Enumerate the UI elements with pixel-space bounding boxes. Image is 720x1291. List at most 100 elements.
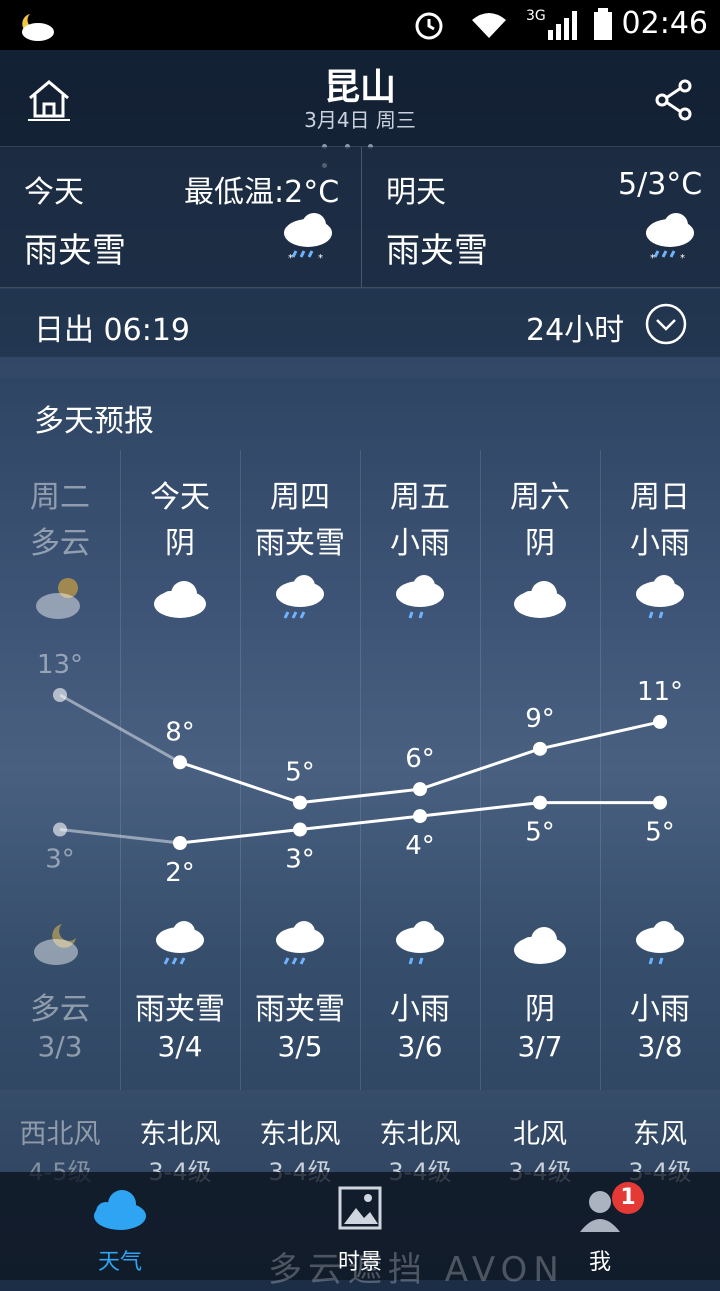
today-tomorrow-panel: 今天 最低温:2°C 雨夹雪 * * 明天 5/3°C 雨夹雪 * * bbox=[0, 147, 720, 288]
light-rain-icon bbox=[600, 918, 720, 970]
high-temp-label: 8° bbox=[165, 717, 195, 747]
high-line-segment bbox=[419, 747, 541, 791]
high-temp-point bbox=[533, 741, 547, 756]
wind-direction: 北风 bbox=[513, 1119, 567, 1150]
sleet-icon: * * bbox=[284, 213, 332, 263]
wind-direction: 东风 bbox=[633, 1119, 687, 1150]
wind-direction: 东北风 bbox=[379, 1119, 461, 1150]
forecast-date: 3/3 bbox=[37, 1030, 83, 1063]
high-temp-label: 5° bbox=[285, 758, 315, 788]
cloudy-icon bbox=[120, 572, 240, 624]
day-label: 周二 bbox=[30, 480, 90, 515]
high-line-segment bbox=[299, 787, 421, 805]
svg-text:*: * bbox=[288, 253, 293, 263]
tomorrow-card[interactable]: 明天 5/3°C 雨夹雪 * * bbox=[361, 147, 720, 287]
chevron-down-icon[interactable] bbox=[644, 302, 688, 346]
day-condition: 雨夹雪 bbox=[255, 526, 345, 561]
forecast-date: 3/5 bbox=[277, 1030, 323, 1063]
low-temp-label: 3° bbox=[45, 845, 75, 875]
signal-icon bbox=[548, 11, 577, 40]
battery-icon bbox=[594, 8, 612, 40]
svg-text:*: * bbox=[680, 253, 685, 263]
night-condition: 雨夹雪 bbox=[135, 992, 225, 1027]
high-temp-point bbox=[173, 755, 187, 770]
hourly-toggle-label[interactable]: 24小时 bbox=[526, 305, 624, 349]
day-label: 今天 bbox=[150, 480, 210, 515]
today-card[interactable]: 今天 最低温:2°C 雨夹雪 * * bbox=[0, 147, 360, 287]
partly-cloudy-icon bbox=[0, 572, 120, 624]
day-label: 周四 bbox=[270, 480, 330, 515]
night-condition: 雨夹雪 bbox=[255, 992, 345, 1027]
forecast-date: 3/7 bbox=[517, 1030, 563, 1063]
forecast-date: 3/6 bbox=[397, 1030, 443, 1063]
share-icon[interactable] bbox=[654, 78, 694, 122]
sleet-icon bbox=[240, 572, 360, 624]
night-condition: 阴 bbox=[525, 992, 555, 1027]
network-type-label: 3G bbox=[526, 8, 546, 24]
date-subtitle: 3月4日 周三 bbox=[304, 108, 416, 132]
day-condition: 小雨 bbox=[390, 526, 450, 561]
low-line-segment bbox=[299, 814, 421, 832]
sunrise-row: 日出 06:19 24小时 bbox=[0, 289, 720, 357]
high-temp-point bbox=[653, 714, 667, 729]
weather-notification-icon bbox=[22, 14, 54, 41]
sleet-icon bbox=[240, 918, 360, 970]
temperature-chart: 13° 3° 8° 2° 5° 3° 6° 4° 9° 5° 11° 5° bbox=[37, 650, 683, 888]
cloudy-icon bbox=[480, 918, 600, 970]
high-line-segment bbox=[179, 760, 301, 805]
high-temp-point bbox=[293, 795, 307, 810]
low-temp-point bbox=[533, 795, 547, 810]
cloudy-night-icon bbox=[0, 918, 120, 970]
svg-text:*: * bbox=[318, 253, 323, 263]
light-rain-icon bbox=[360, 918, 480, 970]
high-line-segment bbox=[539, 720, 661, 751]
day-condition: 阴 bbox=[165, 526, 195, 561]
low-temp-label: 5° bbox=[645, 818, 675, 848]
photo-icon bbox=[338, 1186, 382, 1230]
notification-badge: 1 bbox=[612, 1182, 644, 1214]
night-condition: 小雨 bbox=[630, 992, 690, 1027]
day-label: 周日 bbox=[630, 480, 690, 515]
cloudy-icon bbox=[480, 572, 600, 624]
night-condition: 小雨 bbox=[390, 992, 450, 1027]
wind-direction: 东北风 bbox=[259, 1119, 341, 1150]
sleet-icon bbox=[120, 918, 240, 970]
sunrise-time: 日出 06:19 bbox=[34, 313, 190, 348]
low-temp-label: 5° bbox=[525, 818, 555, 848]
low-temp-label: 4° bbox=[405, 831, 435, 861]
ad-banner-text: 多云遮挡 AVON bbox=[268, 1250, 565, 1290]
sleet-icon: * * bbox=[646, 213, 694, 263]
today-min-temp: 最低温:2°C bbox=[184, 175, 340, 210]
wind-direction: 西北风 bbox=[19, 1119, 101, 1150]
low-temp-label: 3° bbox=[285, 845, 315, 875]
low-line-segment bbox=[59, 828, 181, 845]
today-condition: 雨夹雪 bbox=[24, 231, 126, 271]
low-temp-point bbox=[413, 809, 427, 824]
tab-weather[interactable]: 天气 bbox=[40, 1172, 200, 1280]
night-condition: 多云 bbox=[30, 992, 90, 1027]
light-rain-icon bbox=[360, 572, 480, 624]
tab-weather-label: 天气 bbox=[97, 1250, 142, 1275]
low-temp-point bbox=[173, 836, 187, 850]
page-indicator bbox=[322, 134, 402, 168]
tomorrow-temp: 5/3°C bbox=[618, 167, 703, 202]
tomorrow-label: 明天 bbox=[386, 175, 446, 210]
low-temp-point bbox=[653, 795, 667, 810]
forecast-title: 多天预报 bbox=[34, 404, 154, 439]
high-temp-label: 13° bbox=[37, 650, 83, 680]
low-temp-point bbox=[293, 822, 307, 837]
city-title[interactable]: 昆山 bbox=[0, 58, 720, 110]
forecast-date: 3/4 bbox=[157, 1030, 203, 1063]
low-line-segment bbox=[419, 801, 541, 818]
low-temp-label: 2° bbox=[165, 858, 195, 888]
day-condition: 小雨 bbox=[630, 526, 690, 561]
tomorrow-condition: 雨夹雪 bbox=[386, 231, 488, 271]
status-bar: 3G 02:46 bbox=[0, 0, 720, 50]
high-temp-point bbox=[53, 688, 67, 702]
cloud-icon bbox=[94, 1190, 146, 1230]
wifi-icon bbox=[472, 13, 506, 38]
day-label: 周六 bbox=[510, 480, 570, 515]
alarm-icon bbox=[415, 12, 443, 40]
day-condition: 阴 bbox=[525, 526, 555, 561]
today-label: 今天 bbox=[24, 175, 84, 210]
